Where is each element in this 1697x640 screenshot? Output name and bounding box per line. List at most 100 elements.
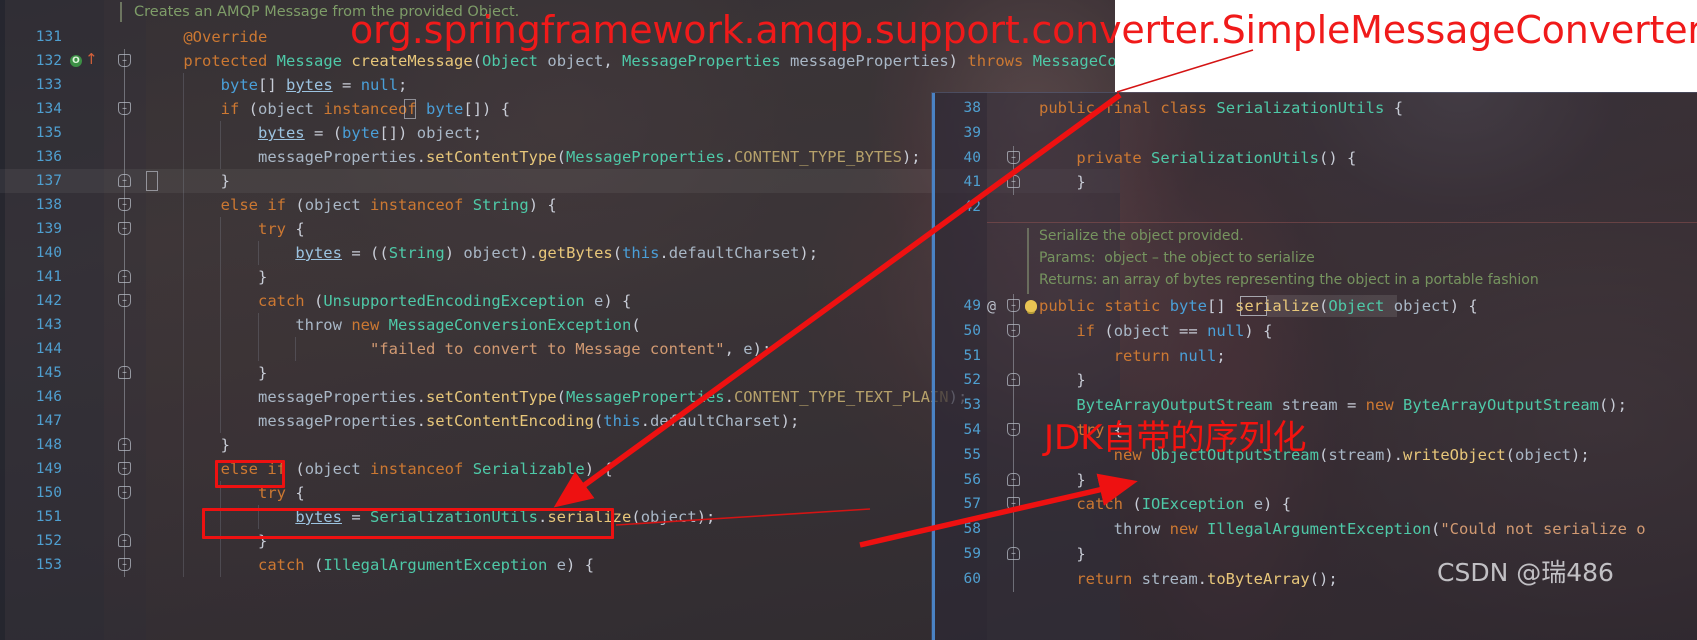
popup-code-line[interactable]: 42 bbox=[935, 195, 1697, 220]
indent-guide bbox=[183, 505, 185, 529]
popup-line-number: 58 bbox=[963, 521, 981, 538]
indent-guide bbox=[183, 313, 185, 337]
popup-code-text: } bbox=[1076, 173, 1086, 192]
popup-code-text: return stream.toByteArray(); bbox=[1076, 569, 1338, 588]
popup-fold-toggle-icon[interactable]: – bbox=[1007, 150, 1020, 164]
popup-line-number: 49 bbox=[963, 297, 981, 314]
indent-guide bbox=[183, 121, 185, 145]
fold-toggle-icon[interactable]: – bbox=[118, 222, 131, 235]
javadoc-line: Serialize the object provided. bbox=[1039, 227, 1244, 244]
indent-guide bbox=[220, 217, 222, 241]
popup-fold-toggle-icon[interactable]: – bbox=[1007, 175, 1020, 189]
lightbulb-icon[interactable] bbox=[1025, 299, 1037, 312]
popup-fold-connector bbox=[1013, 442, 1014, 468]
fold-connector bbox=[124, 241, 125, 265]
fold-toggle-icon[interactable]: – bbox=[118, 366, 131, 379]
override-arrow-icon[interactable]: ↑ bbox=[85, 52, 98, 68]
line-number: 131 bbox=[35, 29, 62, 45]
popup-code-line[interactable]: 51 return null; bbox=[935, 343, 1697, 369]
indent-guide bbox=[183, 265, 185, 289]
indent-guide bbox=[220, 385, 222, 409]
popup-code-line[interactable]: 58 throw new IllegalArgumentException("C… bbox=[935, 517, 1697, 542]
fold-toggle-icon[interactable]: – bbox=[118, 558, 131, 571]
annotation-jdk-serialization-note: JDK自带的序列化 bbox=[1044, 418, 1307, 458]
indent-guide bbox=[220, 313, 222, 337]
popup-code-line[interactable]: 41 – } bbox=[935, 170, 1697, 196]
indent-guide bbox=[183, 457, 185, 481]
popup-code-line[interactable]: 50 – if (object == null) { bbox=[935, 318, 1697, 344]
popup-fold-connector bbox=[1013, 517, 1014, 542]
popup-code-rows: 38 public final class SerializationUtils … bbox=[935, 96, 1697, 592]
editor-line[interactable]: 132– O ↑ protected Message createMessage(O… bbox=[0, 49, 1294, 73]
popup-line-number: 42 bbox=[963, 199, 981, 216]
popup-line-number: 60 bbox=[963, 570, 981, 587]
indent-guide bbox=[183, 553, 185, 577]
line-number: 145 bbox=[35, 365, 62, 381]
indent-guide bbox=[183, 169, 185, 193]
annotation-box-object-instanceof bbox=[215, 460, 285, 488]
fold-toggle-icon[interactable]: – bbox=[118, 534, 131, 547]
popup-code-line[interactable]: 56 – } bbox=[935, 467, 1697, 493]
code-text: if (object instanceof byte[]) { bbox=[220, 100, 511, 118]
popup-code-line[interactable]: 40 – private SerializationUtils() { bbox=[935, 145, 1697, 171]
popup-fold-toggle-icon[interactable]: – bbox=[1007, 323, 1020, 337]
popup-code-line[interactable]: 57 – catch (IOException e) { bbox=[935, 492, 1697, 518]
popup-line-number: 39 bbox=[963, 124, 981, 141]
popup-fold-toggle-icon[interactable]: – bbox=[1007, 373, 1020, 387]
indent-guide bbox=[220, 121, 222, 145]
indent-guide bbox=[183, 145, 185, 169]
fold-toggle-icon[interactable]: – bbox=[118, 102, 131, 115]
line-number: 132 bbox=[35, 53, 62, 69]
line-number: 152 bbox=[35, 533, 62, 549]
popup-code-line[interactable]: 39 bbox=[935, 121, 1697, 146]
code-text: messageProperties.setContentType(Message… bbox=[257, 148, 921, 166]
code-text: byte[] bytes = null; bbox=[220, 76, 408, 94]
popup-fold-connector bbox=[1013, 566, 1014, 592]
fold-toggle-icon[interactable]: – bbox=[118, 54, 131, 67]
popup-code-line[interactable]: 49 – @ public static byte[] serialize(Objec… bbox=[935, 293, 1697, 319]
indent-guide bbox=[257, 313, 259, 337]
popup-code-text: } bbox=[1076, 544, 1086, 563]
indent-guide bbox=[294, 337, 296, 361]
line-number: 136 bbox=[35, 149, 62, 165]
fold-toggle-icon[interactable]: – bbox=[118, 270, 131, 283]
popup-code-line[interactable]: 38 public final class SerializationUtils … bbox=[935, 96, 1697, 121]
fold-toggle-icon[interactable]: – bbox=[118, 438, 131, 451]
annotation-class-fqn: org.springframework.amqp.support.convert… bbox=[350, 8, 1697, 52]
popup-code-line[interactable]: 52 – } bbox=[935, 368, 1697, 394]
matching-brace-highlight bbox=[404, 99, 416, 119]
popup-code-text: public static byte[] serialize(Object ob… bbox=[1039, 296, 1478, 315]
annotation-box-serializationutils-call bbox=[202, 508, 614, 539]
overridden-method-icon[interactable]: O bbox=[70, 55, 82, 67]
annotation-gutter-marker[interactable]: @ bbox=[987, 294, 996, 319]
code-text: "failed to convert to Message content", … bbox=[369, 340, 772, 358]
indent-guide bbox=[220, 145, 222, 169]
fold-toggle-icon[interactable]: – bbox=[118, 198, 131, 211]
popup-line-number: 40 bbox=[963, 149, 981, 166]
line-number: 144 bbox=[35, 341, 62, 357]
popup-fold-toggle-icon[interactable]: – bbox=[1007, 497, 1020, 511]
indent-guide bbox=[183, 193, 185, 217]
screenshot-root: Creates an AMQP Message from the provide… bbox=[0, 0, 1697, 640]
csdn-watermark: CSDN @瑞486 bbox=[1437, 558, 1614, 587]
fold-toggle-icon[interactable]: – bbox=[118, 174, 131, 187]
javadoc-separator bbox=[987, 221, 1697, 223]
fold-toggle-icon[interactable]: – bbox=[118, 294, 131, 307]
popup-javadoc-block: Serialize the object provided. Params: ob… bbox=[935, 220, 1697, 294]
popup-fold-toggle-icon[interactable]: – bbox=[1007, 298, 1020, 312]
popup-fold-toggle-icon[interactable]: – bbox=[1007, 422, 1020, 436]
indent-guide bbox=[183, 337, 185, 361]
popup-code-text: if (object == null) { bbox=[1076, 321, 1273, 340]
line-number: 135 bbox=[35, 125, 62, 141]
code-text: messageProperties.setContentEncoding(thi… bbox=[257, 412, 800, 430]
fold-connector bbox=[124, 313, 125, 337]
fold-toggle-icon[interactable]: – bbox=[118, 486, 131, 499]
fold-toggle-icon[interactable]: – bbox=[118, 462, 131, 475]
line-number: 150 bbox=[35, 485, 62, 501]
javadoc-left-bar bbox=[120, 2, 122, 22]
indent-guide bbox=[183, 361, 185, 385]
popup-fold-toggle-icon[interactable]: – bbox=[1007, 472, 1020, 486]
popup-fold-toggle-icon[interactable]: – bbox=[1007, 546, 1020, 560]
code-text: try { bbox=[257, 220, 305, 238]
line-number: 134 bbox=[35, 101, 62, 117]
